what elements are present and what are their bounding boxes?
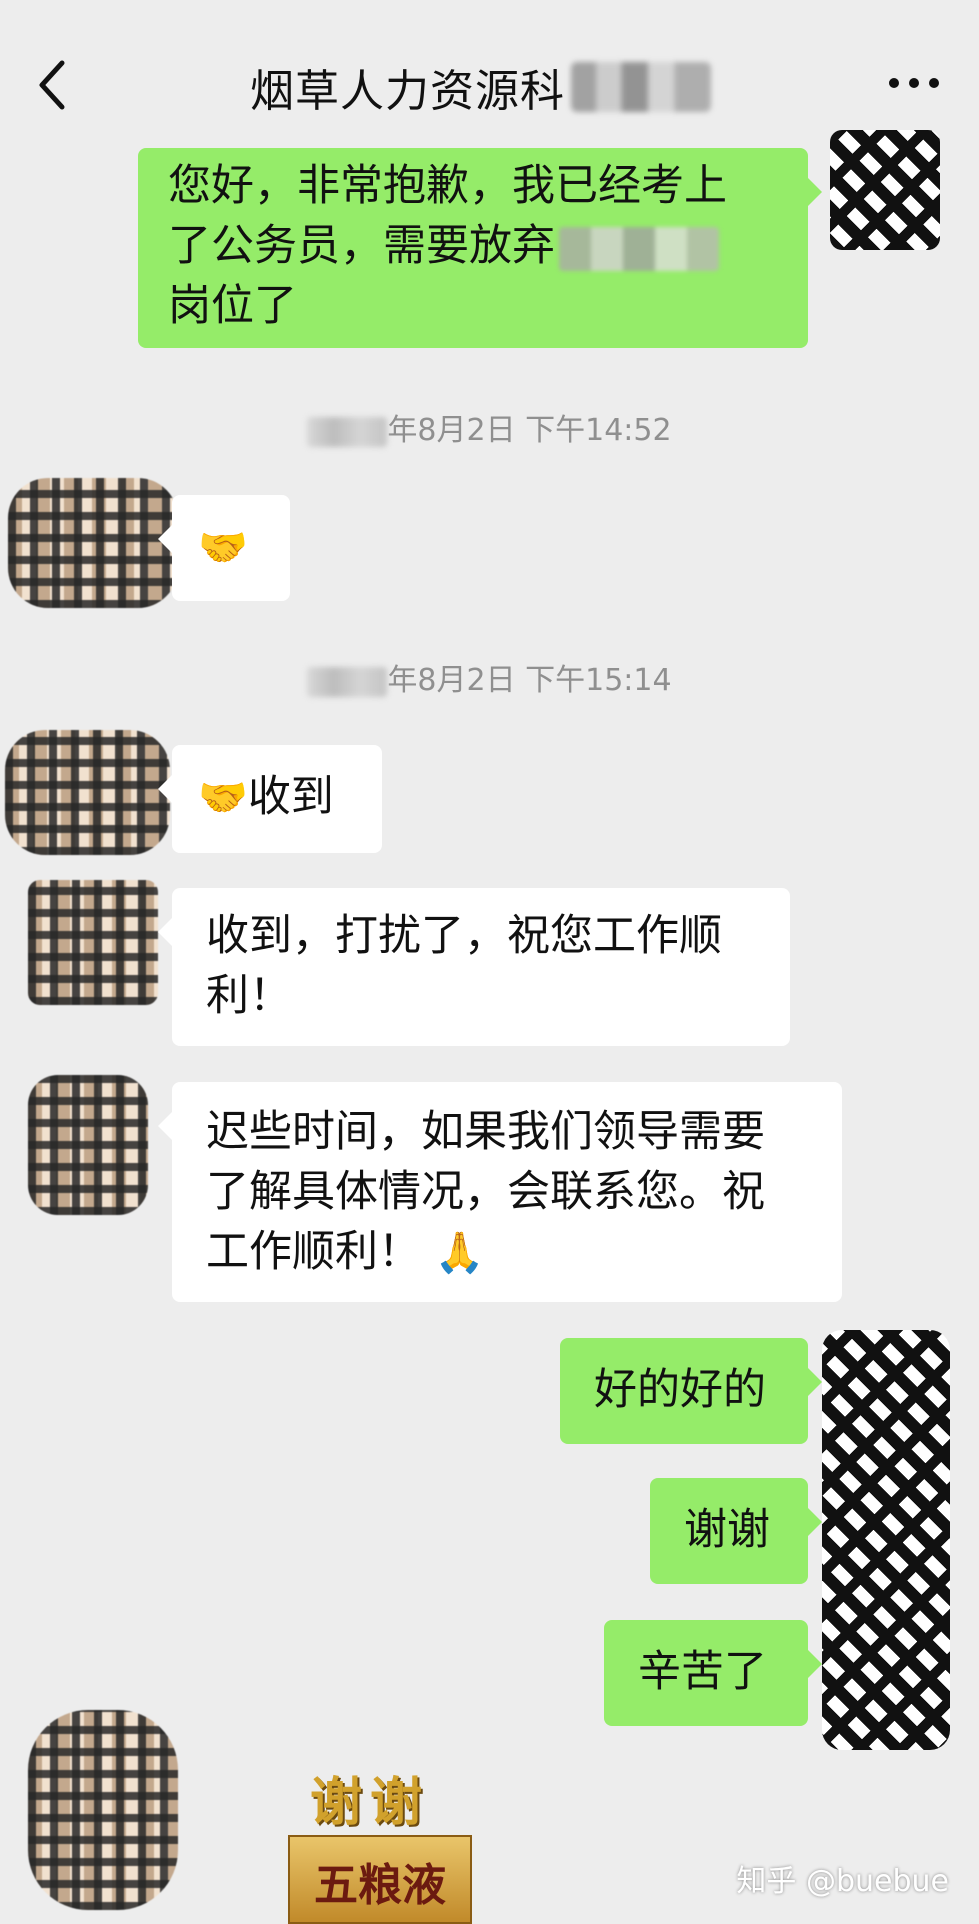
redacted-title-suffix: [571, 62, 711, 112]
contact-avatar[interactable]: [28, 1075, 148, 1215]
message-line: 迟些时间，如果我们领导需要: [206, 1107, 765, 1157]
message-line: 了解具体情况，会联系您。祝: [206, 1167, 765, 1217]
contact-avatar[interactable]: [8, 478, 178, 608]
thank-you-sticker[interactable]: 谢谢 五粮液: [280, 1760, 472, 1924]
redacted-text: [559, 226, 719, 271]
chat-header: 烟草人力资源科: [0, 0, 979, 150]
contact-avatar[interactable]: [5, 730, 170, 855]
watermark: 知乎 @buebue: [736, 1864, 949, 1899]
message-text: 好的好的: [594, 1365, 766, 1415]
message-bubble-outgoing[interactable]: 谢谢: [650, 1478, 822, 1584]
message-line: 工作顺利！ 🙏: [206, 1227, 485, 1277]
handshake-emoji: 🤝: [198, 525, 248, 571]
self-avatar[interactable]: [830, 130, 940, 250]
message-bubble-incoming[interactable]: 🤝: [158, 495, 290, 601]
contact-avatar[interactable]: [28, 1710, 178, 1910]
message-bubble-outgoing[interactable]: 辛苦了: [604, 1620, 822, 1726]
message-line: 您好，非常抱歉，我已经考上: [168, 161, 727, 211]
message-bubble-incoming[interactable]: 迟些时间，如果我们领导需要 了解具体情况，会联系您。祝 工作顺利！ 🙏: [158, 1082, 842, 1302]
chevron-left-icon: [39, 60, 65, 110]
folded-hands-emoji: 🙏: [434, 1230, 485, 1276]
sticker-text: 谢谢: [310, 1772, 431, 1833]
message-line: 了公务员，需要放弃: [168, 216, 778, 276]
self-avatar[interactable]: [822, 1330, 950, 1750]
redacted-year: [307, 666, 388, 697]
message-text: 辛苦了: [638, 1647, 767, 1697]
sticker-brand: 五粮液: [314, 1860, 446, 1911]
message-bubble-outgoing[interactable]: 您好，非常抱歉，我已经考上 了公务员，需要放弃 岗位了: [138, 148, 822, 348]
message-bubble-incoming[interactable]: 收到，打扰了，祝您工作顺 利！: [158, 888, 790, 1046]
handshake-emoji: 🤝: [198, 775, 248, 821]
message-line: 利！: [206, 971, 292, 1021]
message-bubble-outgoing[interactable]: 好的好的: [560, 1338, 822, 1444]
chat-title: 烟草人力资源科: [250, 66, 565, 117]
message-text: 收到: [247, 772, 334, 822]
redacted-year: [307, 416, 388, 447]
message-bubble-incoming[interactable]: 🤝收到: [158, 745, 382, 853]
sticker-bottle-box: 五粮液: [288, 1835, 472, 1924]
timestamp: 年8月2日 下午15:14: [0, 655, 979, 699]
message-line: 岗位了: [168, 281, 297, 331]
chat-title-container: 烟草人力资源科: [250, 52, 711, 122]
more-dot: [929, 78, 939, 88]
contact-avatar[interactable]: [28, 880, 158, 1005]
timestamp: 年8月2日 下午14:52: [0, 405, 979, 449]
message-text: 谢谢: [684, 1505, 770, 1555]
more-button[interactable]: [889, 78, 939, 92]
back-button[interactable]: [30, 55, 80, 115]
more-dot: [889, 78, 899, 88]
more-dot: [909, 78, 919, 88]
message-line: 收到，打扰了，祝您工作顺: [206, 911, 722, 961]
